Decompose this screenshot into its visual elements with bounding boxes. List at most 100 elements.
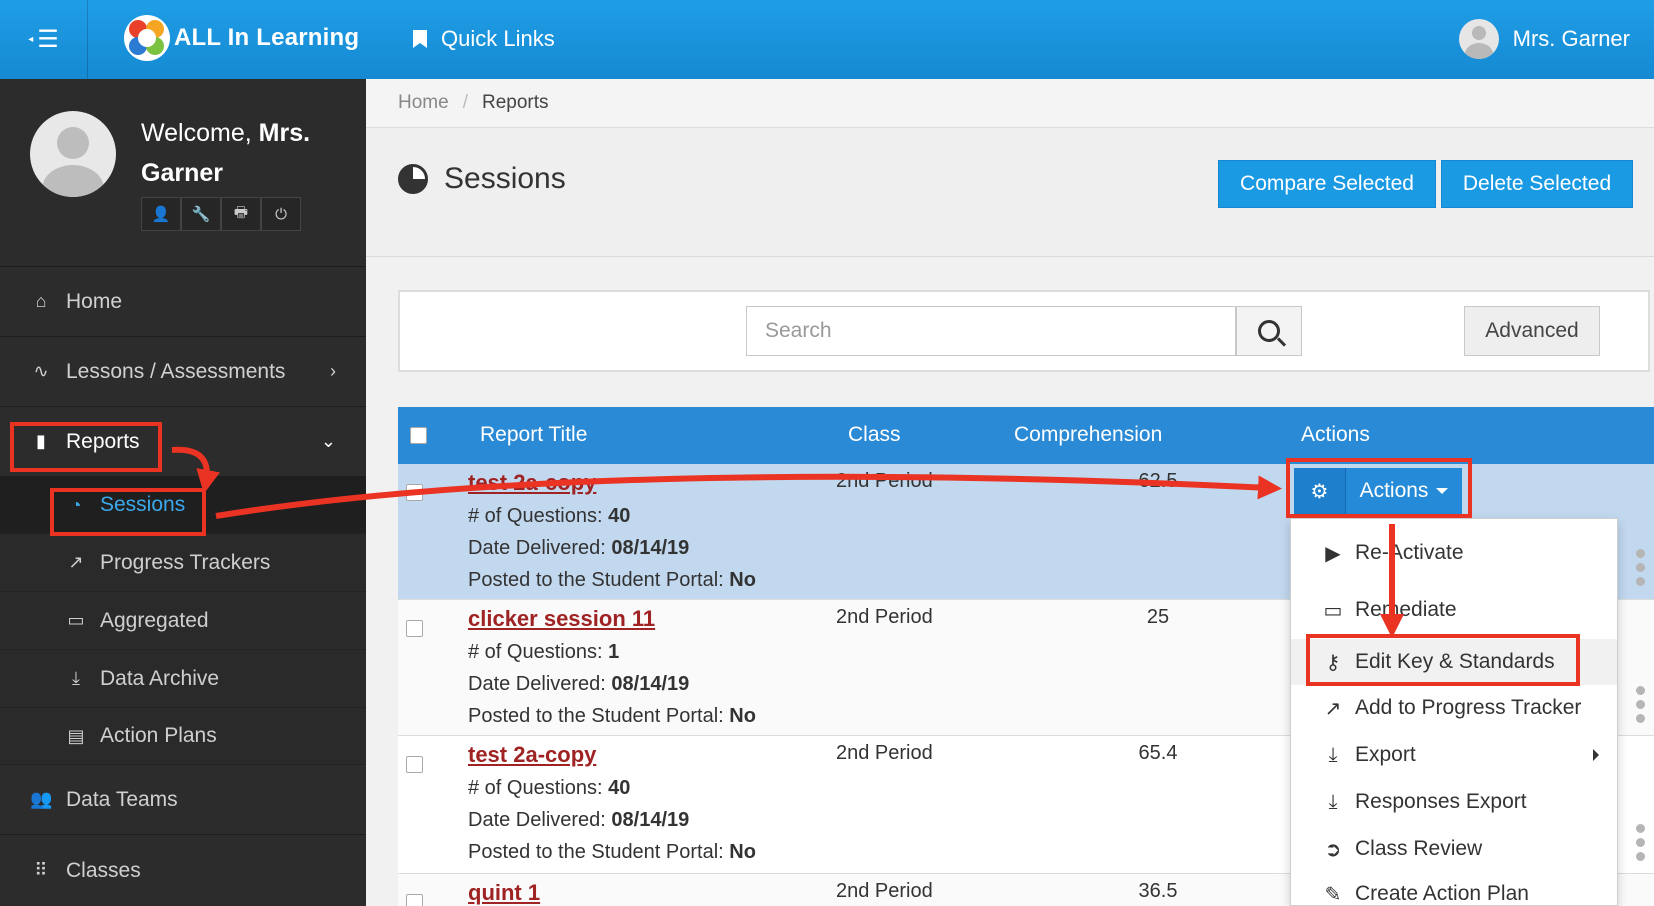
sidebar-item-lessons[interactable]: ∿ Lessons / Assessments › (0, 337, 366, 407)
questions-label: # of Questions: (468, 505, 603, 527)
menu-item-reactivate[interactable]: ▶ Re-Activate (1291, 530, 1617, 576)
header-report-title[interactable]: Report Title (480, 423, 587, 447)
bookmark-icon (413, 30, 427, 48)
sidebar-item-action-plans[interactable]: ▤ Action Plans (0, 708, 366, 765)
row-class: 2nd Period (836, 470, 933, 492)
report-title-link[interactable]: quint 1 (468, 880, 540, 906)
posted-label: Posted to the Student Portal: (468, 569, 724, 591)
profile-panel: Welcome, Mrs. Garner 👤 🔧 🖶 ⏻ (0, 79, 366, 267)
menu-item-responses-export[interactable]: ⤓ Responses Export (1291, 779, 1617, 825)
delivered-label: Date Delivered: (468, 809, 606, 831)
page-title-text: Sessions (444, 162, 566, 195)
sidebar-item-home[interactable]: ⌂ Home (0, 267, 366, 337)
delivered-label: Date Delivered: (468, 537, 606, 559)
play-circle-icon: ▶ (1325, 542, 1341, 565)
advanced-button[interactable]: Advanced (1464, 306, 1600, 356)
top-bar: ◂ ☰ ALL In Learning Quick Links Mrs. Gar… (0, 0, 1654, 79)
breadcrumb-home[interactable]: Home (398, 92, 449, 114)
users-icon: 👥 (30, 789, 53, 809)
more-vertical-icon[interactable] (1636, 824, 1646, 866)
row-checkbox[interactable] (406, 756, 423, 773)
brand-logo-link[interactable]: ALL In Learning (124, 12, 359, 64)
delivered-value: 08/14/19 (611, 673, 690, 695)
sidebar-item-label: Aggregated (100, 608, 209, 632)
power-icon[interactable]: ⏻ (261, 197, 301, 231)
row-meta: # of Questions: 40 Date Delivered: 08/14… (468, 500, 756, 596)
header-comprehension[interactable]: Comprehension (1014, 423, 1162, 447)
row-checkbox[interactable] (406, 620, 423, 637)
arrow-circle-icon: ➲ (1324, 838, 1342, 861)
download-icon: ⤓ (1328, 790, 1338, 813)
select-all-checkbox[interactable] (410, 427, 427, 444)
menu-item-remediate[interactable]: ▭ Remediate (1291, 587, 1617, 633)
user-menu-button[interactable]: Mrs. Garner (1458, 17, 1630, 61)
page-title: Sessions (398, 162, 566, 196)
quick-links-button[interactable]: Quick Links (413, 22, 555, 56)
row-checkbox[interactable] (406, 484, 423, 501)
row-class: 2nd Period (836, 880, 933, 902)
home-icon: ⌂ (35, 291, 47, 311)
row-comprehension: 65.4 (1138, 742, 1178, 764)
questions-label: # of Questions: (468, 777, 603, 799)
brand-name: ALL In Learning (174, 24, 360, 51)
delete-selected-button[interactable]: Delete Selected (1441, 160, 1633, 208)
compare-selected-button[interactable]: Compare Selected (1218, 160, 1436, 208)
report-title-link[interactable]: test 2a-copy (468, 742, 596, 768)
gear-icon[interactable]: ⚙ (1294, 468, 1346, 514)
print-icon[interactable]: 🖶 (221, 197, 261, 231)
sidebar-item-data-teams[interactable]: 👥 Data Teams (0, 765, 366, 835)
grid-icon: ⠿ (34, 860, 48, 880)
menu-item-add-progress-tracker[interactable]: ↗ Add to Progress Tracker (1291, 685, 1617, 731)
report-title-link[interactable]: test 2a-copy (468, 470, 596, 496)
header-class[interactable]: Class (848, 423, 901, 447)
sidebar-item-label: Action Plans (100, 724, 217, 747)
menu-item-label: Edit Key & Standards (1355, 650, 1555, 673)
edit-icon: ✎ (1324, 883, 1342, 906)
row-checkbox[interactable] (406, 894, 423, 906)
row-class: 2nd Period (836, 606, 933, 628)
sidebar-item-label: Reports (66, 429, 140, 453)
menu-item-create-action-plan[interactable]: ✎ Create Action Plan (1291, 871, 1617, 906)
sidebar-item-reports[interactable]: ▮ Reports ⌄ (0, 407, 366, 477)
delivered-label: Date Delivered: (468, 673, 606, 695)
actions-dropdown-menu: ▶ Re-Activate ▭ Remediate ⚷ Edit Key & S… (1290, 518, 1618, 906)
search-input[interactable]: Search (746, 306, 1236, 356)
sidebar-item-label: Data Archive (100, 666, 220, 690)
page-header: Sessions Compare Selected Delete Selecte… (366, 128, 1654, 257)
menu-toggle-button[interactable]: ◂ ☰ (0, 0, 88, 79)
delivered-value: 08/14/19 (611, 537, 690, 559)
sidebar-item-data-archive[interactable]: ⤓ Data Archive (0, 650, 366, 708)
laptop-icon: ▭ (1323, 599, 1343, 622)
sidebar-item-label: Sessions (100, 493, 186, 516)
user-profile-icon[interactable]: 👤 (141, 197, 181, 231)
sidebar-item-label: Data Teams (66, 787, 178, 811)
menu-item-edit-key-standards[interactable]: ⚷ Edit Key & Standards (1291, 639, 1617, 685)
menu-icon: ☰ (37, 26, 59, 53)
sidebar-item-progress-trackers[interactable]: ↗ Progress Trackers (0, 534, 366, 592)
pie-chart-icon: ◔ (70, 494, 82, 515)
report-title-link[interactable]: clicker session 11 (468, 606, 655, 632)
line-chart-icon: ↗ (1324, 697, 1342, 720)
menu-item-class-review[interactable]: ➲ Class Review (1291, 826, 1617, 872)
search-icon (1258, 320, 1280, 342)
menu-item-label: Re-Activate (1355, 541, 1464, 564)
download-icon: ⤓ (72, 668, 80, 688)
sidebar-item-classes[interactable]: ⠿ Classes (0, 835, 366, 906)
more-vertical-icon[interactable] (1636, 686, 1646, 728)
breadcrumb-current: Reports (481, 92, 549, 113)
search-button[interactable] (1236, 306, 1302, 356)
actions-dropdown-button[interactable]: Actions (1346, 468, 1462, 514)
menu-item-label: Create Action Plan (1355, 882, 1529, 905)
menu-item-label: Export (1355, 743, 1416, 766)
sidebar-item-aggregated[interactable]: ▭ Aggregated (0, 592, 366, 650)
actions-button-group[interactable]: ⚙ Actions (1294, 468, 1462, 514)
wrench-icon[interactable]: 🔧 (181, 197, 221, 231)
menu-item-label: Class Review (1355, 837, 1483, 860)
breadcrumb: Home / Reports (366, 79, 1654, 128)
more-vertical-icon[interactable] (1636, 549, 1646, 591)
sidebar-item-sessions[interactable]: ◔ Sessions (0, 477, 366, 534)
posted-value: No (729, 705, 756, 727)
menu-item-export[interactable]: ⤓ Export (1291, 732, 1617, 778)
chevron-right-icon: › (330, 361, 336, 381)
caret-down-icon (1436, 488, 1449, 494)
